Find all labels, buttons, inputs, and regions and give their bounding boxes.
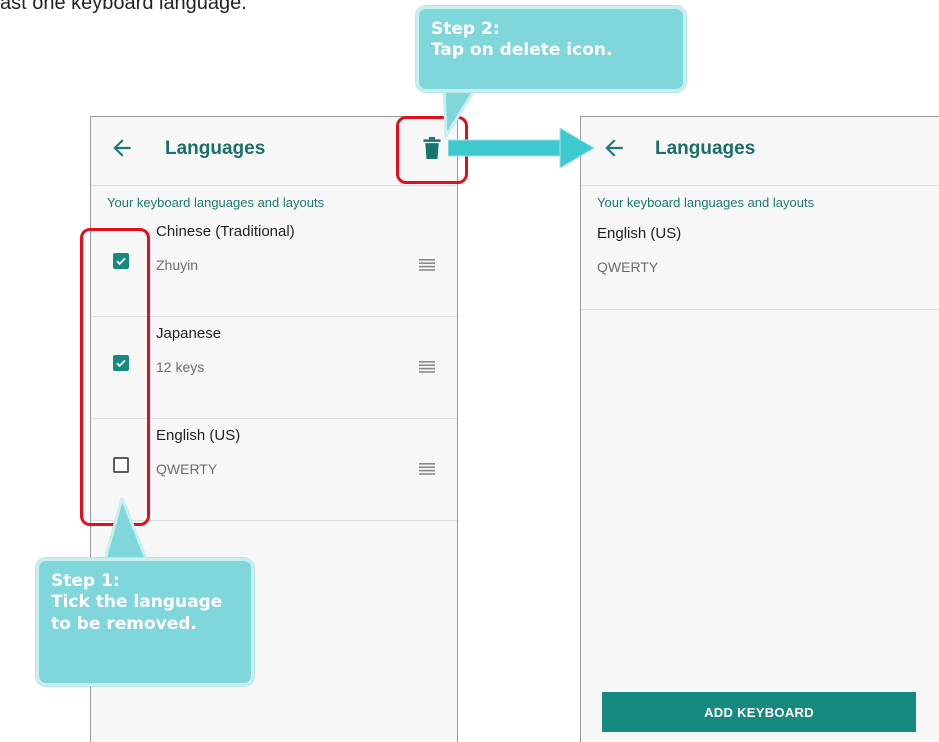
language-layout: 12 keys (156, 359, 205, 375)
language-layout: QWERTY (597, 259, 659, 275)
language-name: Chinese (Traditional) (156, 223, 295, 240)
callout-text: Tick the language (51, 592, 223, 613)
checkbox-highlight-box (80, 228, 150, 526)
back-arrow-icon[interactable] (109, 135, 135, 161)
add-keyboard-button[interactable]: ADD KEYBOARD (602, 692, 916, 732)
language-name: English (US) (597, 225, 682, 242)
language-layout: QWERTY (156, 461, 218, 477)
page-title: Languages (165, 138, 266, 159)
back-arrow-icon[interactable] (601, 135, 627, 161)
language-name: English (US) (156, 427, 241, 444)
app-bar: Languages (581, 117, 939, 186)
section-header: Your keyboard languages and layouts (107, 195, 325, 210)
languages-screen-after: Languages Your keyboard languages and la… (580, 116, 939, 742)
callout-text: to be removed. (51, 613, 197, 634)
drag-handle-icon[interactable] (419, 259, 435, 271)
instruction-caption: ast one keyboard language. (0, 0, 247, 14)
section-header: Your keyboard languages and layouts (597, 195, 815, 210)
drag-handle-icon[interactable] (419, 463, 435, 475)
drag-handle-icon[interactable] (419, 361, 435, 373)
step2-callout: Step 2: Tap on delete icon. (416, 6, 686, 92)
language-name: Japanese (156, 325, 222, 342)
page-title: Languages (655, 138, 756, 159)
list-item[interactable]: English (US) QWERTY (581, 215, 939, 310)
language-list: English (US) QWERTY (581, 215, 939, 310)
step1-callout: Step 1: Tick the language to be removed. (36, 558, 254, 686)
callout-tail (442, 84, 480, 140)
callout-text: Tap on delete icon. (431, 40, 613, 61)
callout-step-label: Step 2: (431, 19, 500, 39)
language-layout: Zhuyin (156, 257, 199, 273)
callout-step-label: Step 1: (51, 571, 120, 591)
